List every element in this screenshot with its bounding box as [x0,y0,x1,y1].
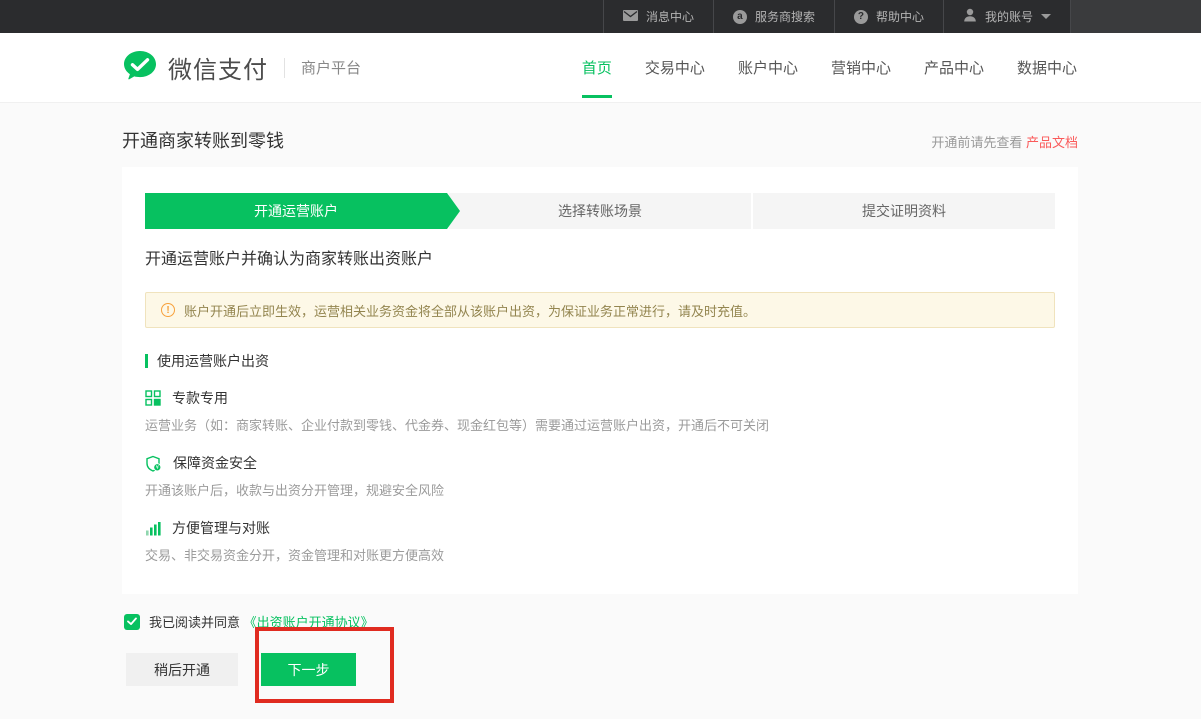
feature-title: 专款专用 [172,388,228,408]
brand-divider [284,58,285,78]
search-circle-icon: a [733,10,747,24]
topbar-item-help[interactable]: ? 帮助中心 [834,0,943,33]
topbar-item-messages[interactable]: 消息中心 [603,0,713,33]
open-account-card: 开通运营账户 选择转账场景 提交证明资料 开通运营账户并确认为商家转账出资账户 … [122,167,1078,594]
notice-text: 账户开通后立即生效，运营相关业务资金将全部从该账户出资，为保证业务正常进行，请及… [184,301,756,320]
step-1-open-operating-account: 开通运营账户 [145,193,447,229]
nav-item-transactions[interactable]: 交易中心 [644,53,706,82]
grid-icon [145,390,161,406]
notice-banner: ! 账户开通后立即生效，运营相关业务资金将全部从该账户出资，为保证业务正常进行，… [145,292,1055,328]
chevron-down-icon [1041,14,1051,19]
section-title: 使用运营账户出资 [145,353,1055,369]
feature-desc: 开通该账户后，收款与出资分开管理，规避安全风险 [145,482,1055,499]
nav-item-data-center[interactable]: 数据中心 [1016,53,1078,82]
topbar-item-account[interactable]: 我的账号 [943,0,1070,33]
agreement-checkbox[interactable] [124,614,140,630]
brand-platform: 商户平台 [301,57,361,78]
step-wizard: 开通运营账户 选择转账场景 提交证明资料 [145,193,1055,229]
page-title: 开通商家转账到零钱 [122,129,284,153]
topbar: 消息中心 a 服务商搜索 ? 帮助中心 我的账号 [0,0,1201,33]
nav-item-products[interactable]: 产品中心 [923,53,985,82]
topbar-item-label: 帮助中心 [876,8,924,25]
doc-hint: 开通前请先查看 产品文档 [931,133,1078,153]
feature-fund-safety: ¥ 保障资金安全 开通该账户后，收款与出资分开管理，规避安全风险 [145,455,1055,499]
open-later-button[interactable]: 稍后开通 [126,653,238,686]
feature-title: 保障资金安全 [173,453,257,473]
main-nav: 首页 交易中心 账户中心 营销中心 产品中心 数据中心 [581,53,1078,82]
chart-icon [145,521,161,536]
header: 微信支付 商户平台 首页 交易中心 账户中心 营销中心 产品中心 数据中心 [0,33,1201,103]
mail-icon [623,10,638,24]
step-2-choose-transfer-scene: 选择转账场景 [449,193,751,229]
nav-item-account-center[interactable]: 账户中心 [737,53,799,82]
user-icon [963,8,977,25]
topbar-item-label: 我的账号 [985,8,1033,25]
feature-title: 方便管理与对账 [172,518,270,538]
topbar-filler [1070,0,1201,33]
shield-icon: ¥ [145,455,162,472]
wechat-pay-logo-icon [123,50,157,86]
section-title-text: 使用运营账户出资 [157,351,269,371]
nav-item-home[interactable]: 首页 [581,53,613,82]
warning-circle-icon: ! [161,303,175,317]
help-circle-icon: ? [854,10,868,24]
feature-desc: 运营业务（如：商家转账、企业付款到零钱、代金券、现金红包等）需要通过运营账户出资… [145,417,1055,434]
section-bar [145,354,148,368]
doc-hint-text: 开通前请先查看 [931,135,1026,150]
agreement-text: 我已阅读并同意 《出资账户开通协议》 [149,612,374,631]
agreement-text-label: 我已阅读并同意 [149,615,244,630]
feature-desc: 交易、非交易资金分开，资金管理和对账更方便高效 [145,547,1055,564]
topbar-item-label: 消息中心 [646,8,694,25]
action-buttons: 稍后开通 下一步 [126,653,1201,686]
brand-name: 微信支付 [168,50,268,85]
page-head: 开通商家转账到零钱 开通前请先查看 产品文档 [122,103,1078,153]
card-heading: 开通运营账户并确认为商家转账出资账户 [145,249,1055,271]
topbar-item-label: 服务商搜索 [755,8,815,25]
feature-easy-reconciliation: 方便管理与对账 交易、非交易资金分开，资金管理和对账更方便高效 [145,520,1055,564]
next-step-button[interactable]: 下一步 [261,653,356,686]
agreement-row: 我已阅读并同意 《出资账户开通协议》 [124,613,1201,630]
agreement-link[interactable]: 《出资账户开通协议》 [244,615,374,630]
topbar-item-provider-search[interactable]: a 服务商搜索 [713,0,834,33]
step-3-submit-proof: 提交证明资料 [753,193,1055,229]
feature-dedicated-funds: 专款专用 运营业务（如：商家转账、企业付款到零钱、代金券、现金红包等）需要通过运… [145,390,1055,434]
product-doc-link[interactable]: 产品文档 [1026,135,1078,150]
brand: 微信支付 商户平台 [123,50,361,86]
nav-item-marketing[interactable]: 营销中心 [830,53,892,82]
